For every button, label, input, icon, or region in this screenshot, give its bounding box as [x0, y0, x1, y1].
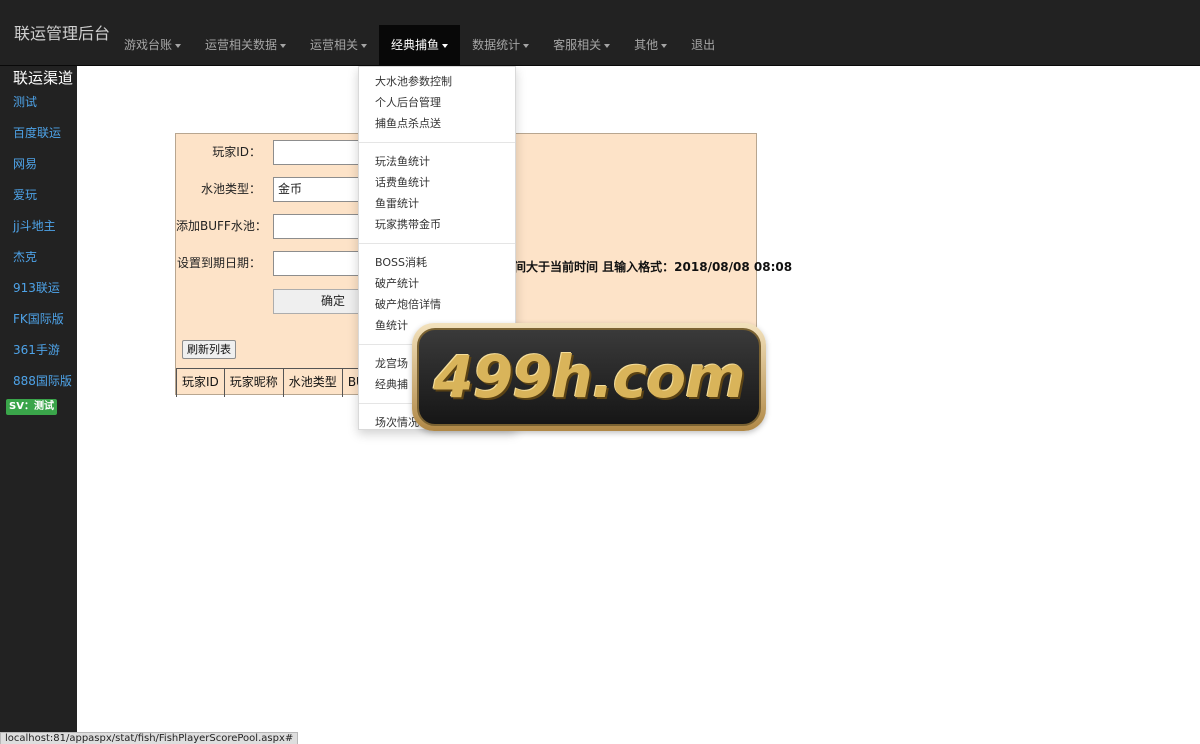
sidebar-item-jj-doudizhu[interactable]: jj斗地主: [13, 219, 72, 250]
player-id-label: 玩家ID：: [212, 145, 261, 159]
expire-date-row: 设置到期日期：: [176, 251, 261, 276]
buff-pool-label: 添加BUFF水池：: [176, 219, 267, 233]
menu-item-kill-send[interactable]: 捕鱼点杀点送: [359, 113, 515, 134]
expire-date-label: 设置到期日期：: [176, 256, 261, 270]
caret-down-icon: [442, 43, 449, 48]
menu-item-bankrupt-stats[interactable]: 破产统计: [359, 273, 515, 294]
refresh-list-button[interactable]: 刷新列表: [182, 340, 236, 359]
nav-item-ops-data[interactable]: 运营相关数据: [193, 25, 298, 66]
column-header-nickname: 玩家昵称: [225, 369, 284, 397]
sidebar-item-netease[interactable]: 网易: [13, 157, 72, 188]
pool-type-label: 水池类型：: [200, 182, 261, 196]
nav-item-ops[interactable]: 运营相关: [298, 25, 379, 66]
caret-down-icon: [175, 43, 182, 48]
watermark-logo: 499h.com: [412, 323, 766, 431]
sidebar-item-aiwan[interactable]: 爱玩: [13, 188, 72, 219]
top-navbar: 联运管理后台 游戏台账 运营相关数据 运营相关 经典捕鱼 数据统计 客服相关 其…: [0, 0, 1200, 66]
menu-divider: [359, 142, 515, 143]
brand-title[interactable]: 联运管理后台: [14, 20, 110, 44]
caret-down-icon: [661, 43, 668, 48]
main-nav: 游戏台账 运营相关数据 运营相关 经典捕鱼 数据统计 客服相关 其他 退出: [112, 25, 727, 66]
nav-item-game-ledger[interactable]: 游戏台账: [112, 25, 193, 66]
menu-divider: [359, 243, 515, 244]
column-header-pool-type: 水池类型: [284, 369, 343, 397]
sidebar-item-fk-intl[interactable]: FK国际版: [13, 312, 72, 343]
watermark-plate: 499h.com: [417, 328, 761, 426]
sidebar-item-jieke[interactable]: 杰克: [13, 250, 72, 281]
sidebar-item-913[interactable]: 913联运: [13, 281, 72, 312]
sidebar-item-test[interactable]: 测试: [13, 95, 72, 126]
menu-item-bankrupt-cannon-detail[interactable]: 破产炮倍详情: [359, 294, 515, 315]
caret-down-icon: [523, 43, 530, 48]
caret-down-icon: [604, 43, 611, 48]
server-badge: SV：测试: [6, 399, 57, 415]
menu-item-pool-params[interactable]: 大水池参数控制: [359, 71, 515, 92]
menu-item-boss-cost[interactable]: BOSS消耗: [359, 252, 515, 273]
sidebar-item-baidu[interactable]: 百度联运: [13, 126, 72, 157]
nav-item-data-stats[interactable]: 数据统计: [460, 25, 541, 66]
nav-item-other[interactable]: 其他: [622, 25, 679, 66]
sidebar: 联运渠道 测试 百度联运 网易 爱玩 jj斗地主 杰克 913联运 FK国际版 …: [0, 66, 77, 744]
buff-pool-row: 添加BUFF水池：: [176, 214, 267, 239]
sidebar-item-361[interactable]: 361手游: [13, 343, 72, 374]
menu-item-phone-fee-fish-stats[interactable]: 话费鱼统计: [359, 172, 515, 193]
sidebar-list: 测试 百度联运 网易 爱玩 jj斗地主 杰克 913联运 FK国际版 361手游…: [13, 95, 72, 405]
column-header-player-id: 玩家ID: [176, 369, 225, 397]
date-format-note: 间大于当前时间 且输入格式：2018/08/08 08:08: [514, 260, 793, 274]
nav-item-classic-fishing[interactable]: 经典捕鱼: [379, 25, 461, 66]
menu-item-personal-backend[interactable]: 个人后台管理: [359, 92, 515, 113]
menu-item-torpedo-stats[interactable]: 鱼雷统计: [359, 193, 515, 214]
caret-down-icon: [280, 43, 287, 48]
player-id-row: 玩家ID：: [176, 140, 261, 165]
menu-item-player-gold[interactable]: 玩家携带金币: [359, 214, 515, 235]
browser-status-url: localhost:81/appaspx/stat/fish/FishPlaye…: [0, 732, 299, 744]
watermark-text: 499h.com: [433, 343, 745, 411]
nav-item-logout[interactable]: 退出: [679, 25, 727, 66]
caret-down-icon: [361, 43, 368, 48]
menu-item-gameplay-fish-stats[interactable]: 玩法鱼统计: [359, 151, 515, 172]
pool-type-row: 水池类型：: [176, 177, 261, 202]
sidebar-title: 联运渠道: [13, 69, 74, 87]
nav-item-customer-service[interactable]: 客服相关: [541, 25, 622, 66]
player-pool-table-header: 玩家ID 玩家昵称 水池类型 BUF: [176, 368, 378, 397]
